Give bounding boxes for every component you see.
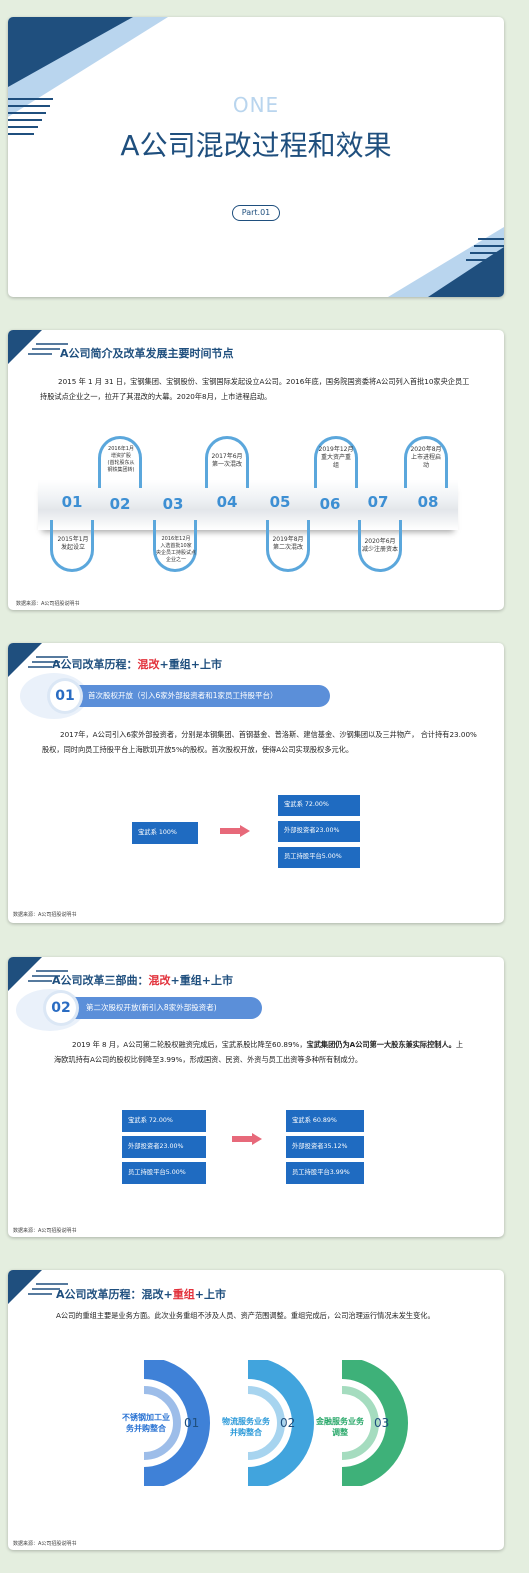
- source-note: 数据来源：A公司招股说明书: [16, 601, 80, 607]
- source-note: 数据来源：A公司招股说明书: [13, 912, 77, 918]
- timeline-number: 03: [162, 495, 184, 513]
- timeline-label: 2017年6月 第一次混改: [211, 453, 243, 468]
- ring-number: 02: [280, 1416, 296, 1430]
- timeline-label: 2019年8月 第二次混改: [272, 536, 304, 551]
- timeline-label: 2019年12月 重大资产重 组: [318, 446, 354, 469]
- ring-label: 不锈钢加工业务并购整合: [122, 1413, 170, 1433]
- slide-first-opening: A公司改革历程：混改+重组+上市 首次股权开放（引入6家外部投资者和1家员工持股…: [8, 643, 504, 923]
- step-banner: 首次股权开放（引入6家外部投资者和1家员工持股平台）: [60, 685, 330, 707]
- step-paragraph: 2019 年 8 月，A公司第二轮股权融资完成后，宝武系股比降至60.89%，宝…: [54, 1037, 464, 1067]
- timeline-label: 2020年6月 减少注册资本: [361, 538, 398, 553]
- slide-title: A公司简介及改革发展主要时间节点: [60, 347, 234, 360]
- step-banner: 第二次股权开放(新引入8家外部投资者): [58, 997, 262, 1019]
- timeline-number: 01: [61, 493, 83, 511]
- cover-title: A公司混改过程和效果: [120, 129, 392, 162]
- title-part: +上市: [194, 1288, 226, 1301]
- timeline-number: 06: [319, 495, 341, 513]
- equity-after-box: 外部投资者35.12%: [286, 1136, 364, 1158]
- timeline-label: 2015年1月 发起设立: [57, 536, 89, 551]
- source-note: 数据来源：A公司招股说明书: [13, 1228, 77, 1234]
- title-part: A公司改革三部曲：: [52, 974, 149, 987]
- intro-paragraph: 2015 年 1 月 31 日，宝钢集团、宝钢股份、宝钢国际发起设立A公司。20…: [40, 377, 470, 401]
- title-part: +重组+上市: [159, 658, 222, 671]
- cover-part-badge: Part.01: [232, 205, 280, 221]
- restructuring-paragraph: A公司的重组主要是业务方面。此次业务重组不涉及人员、资产范围调整。重组完成后，公…: [56, 1311, 435, 1320]
- step-number: 01: [50, 681, 80, 711]
- title-highlight: 混改: [148, 974, 171, 987]
- equity-after-box: 宝武系 60.89%: [286, 1110, 364, 1132]
- title-part: A公司改革历程：混改+: [56, 1288, 173, 1301]
- ring-number: 01: [184, 1416, 200, 1430]
- timeline-label: 2020年8月 上市进程启 动: [410, 446, 442, 469]
- timeline-label: 2016年12月 入选首批10家 央企员工持股试点 企业之一: [155, 536, 196, 563]
- slide-title: A公司改革历程：混改+重组+上市: [56, 1286, 226, 1302]
- equity-before-box: 宝武系 100%: [132, 822, 198, 844]
- slide-title: A公司改革三部曲：混改+重组+上市: [52, 972, 233, 988]
- timeline-label: 2016年1月 增资扩股 (首轮股东从 钢铁集团转): [107, 446, 135, 473]
- equity-after-box: 员工持股平台5.00%: [278, 847, 360, 868]
- timeline-number: 08: [417, 493, 439, 511]
- title-part: +重组+上市: [170, 974, 233, 987]
- slide-timeline: A公司简介及改革发展主要时间节点 2015 年 1 月 31 日，宝钢集团、宝钢…: [8, 330, 504, 610]
- step-number: 02: [46, 993, 76, 1023]
- paragraph-text: 2019 年 8 月，A公司第二轮股权融资完成后，宝武系股比降至60.89%，: [72, 1040, 307, 1049]
- slide-title: A公司改革历程：混改+重组+上市: [52, 656, 222, 672]
- equity-after-box: 宝武系 72.00%: [278, 795, 360, 816]
- title-highlight: 重组: [172, 1288, 195, 1301]
- ring-label: 金融服务业务调整: [316, 1417, 364, 1437]
- timeline-number: 04: [216, 493, 238, 511]
- step-paragraph: 2017年，A公司引入6家外部投资者，分别是本钢集团、首钢基金、普洛斯、建信基金…: [42, 730, 477, 754]
- arrow-right-icon: [232, 1133, 262, 1145]
- arrow-right-icon: [220, 825, 250, 837]
- timeline-number: 05: [269, 493, 291, 511]
- equity-before-box: 外部投资者23.00%: [122, 1136, 206, 1158]
- paragraph-emphasis: 宝武集团仍为A公司第一大股东兼实际控制人。: [306, 1040, 456, 1049]
- equity-after-box: 外部投资者23.00%: [278, 821, 360, 842]
- title-highlight: 混改: [137, 658, 160, 671]
- equity-before-box: 员工持股平台5.00%: [122, 1162, 206, 1184]
- source-note: 数据来源：A公司招股说明书: [13, 1541, 77, 1547]
- timeline-number: 07: [367, 493, 389, 511]
- title-part: A公司改革历程：: [52, 658, 138, 671]
- slide-cover: ONE A公司混改过程和效果 Part.01: [8, 17, 504, 297]
- timeline-number: 02: [109, 495, 131, 513]
- slide-second-opening: A公司改革三部曲：混改+重组+上市 第二次股权开放(新引入8家外部投资者) 02…: [8, 957, 504, 1237]
- cover-eyebrow: ONE: [232, 93, 280, 117]
- equity-before-box: 宝武系 72.00%: [122, 1110, 206, 1132]
- ring-number: 03: [374, 1416, 390, 1430]
- slide-restructuring: A公司改革历程：混改+重组+上市 A公司的重组主要是业务方面。此次业务重组不涉及…: [8, 1270, 504, 1550]
- equity-after-box: 员工持股平台3.99%: [286, 1162, 364, 1184]
- ring-label: 物流服务业务并购整合: [222, 1417, 270, 1437]
